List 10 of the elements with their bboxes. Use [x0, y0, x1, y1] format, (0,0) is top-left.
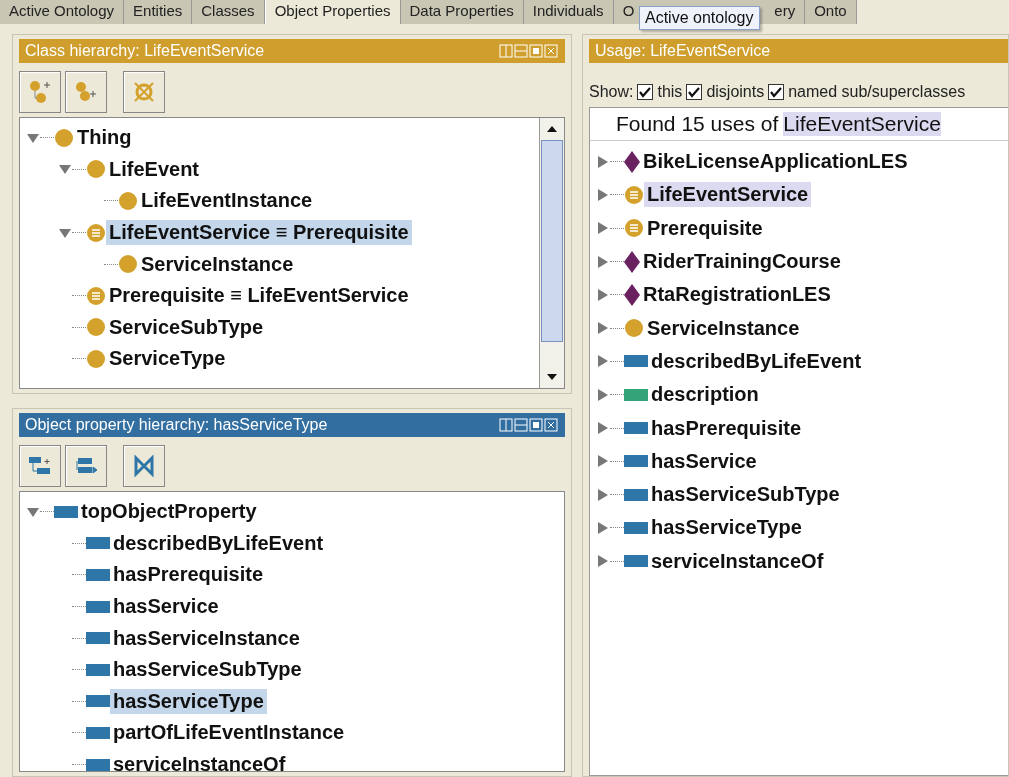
show-label: Show:	[589, 83, 634, 101]
tooltip: Active ontology	[639, 6, 760, 30]
panel-title: Object property hierarchy: hasServiceType	[25, 416, 328, 434]
checkbox-label: disjoints	[706, 83, 765, 101]
found-entity: LifeEventService	[783, 112, 941, 136]
panel-title: Class hierarchy: LifeEventService	[25, 42, 265, 60]
checkbox-label: this	[657, 83, 683, 101]
panel-title: Usage: LifeEventService	[595, 42, 771, 60]
checkbox-label: named sub/superclasses	[788, 83, 966, 101]
found-text: Found 15 uses of	[616, 112, 779, 136]
